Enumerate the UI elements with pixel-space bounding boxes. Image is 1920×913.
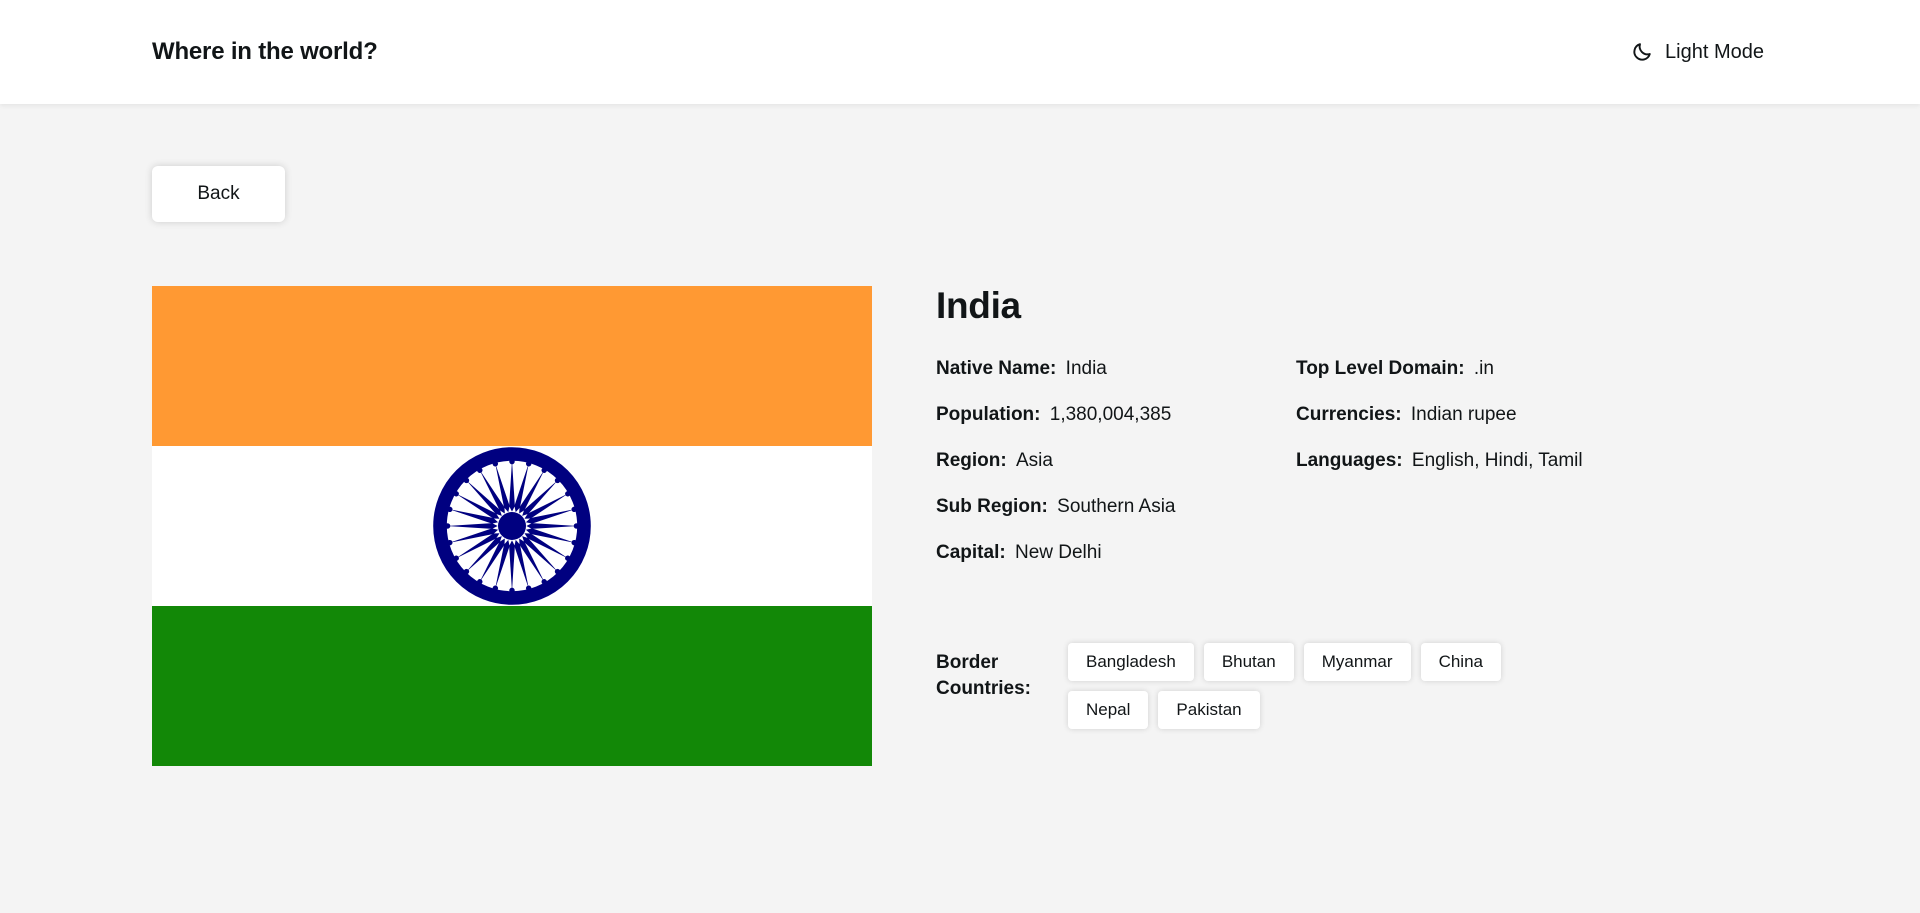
fact-label: Languages: (1296, 449, 1403, 471)
fact-top-level-domain: Top Level Domain: .in (1296, 356, 1596, 381)
fact-population: Population: 1,380,004,385 (936, 402, 1296, 427)
border-countries-section: Border Countries: Bangladesh Bhutan Myan… (936, 643, 1768, 730)
border-countries-label: Border Countries: (936, 652, 1031, 699)
fact-currencies: Currencies: Indian rupee (1296, 402, 1596, 427)
fact-label: Currencies: (1296, 403, 1402, 425)
fact-native-name: Native Name: India (936, 356, 1296, 381)
border-country-chip[interactable]: Nepal (1068, 691, 1149, 730)
country-flag (152, 286, 872, 766)
border-country-chip[interactable]: Bangladesh (1068, 643, 1194, 682)
country-detail-page: Back India Native Name: India Population… (0, 166, 1920, 913)
border-country-chip[interactable]: Pakistan (1158, 691, 1260, 730)
fact-label: Sub Region: (936, 495, 1048, 517)
theme-mode-label: Light Mode (1665, 40, 1764, 63)
flag-of-india-svg (152, 286, 872, 766)
moon-icon (1631, 41, 1653, 63)
fact-value: 1,380,004,385 (1049, 403, 1172, 425)
fact-label: Capital: (936, 542, 1006, 563)
country-detail-layout: India Native Name: India Population: 1,3… (152, 285, 1768, 766)
fact-label: Population: (936, 403, 1041, 425)
fact-label: Native Name: (936, 357, 1057, 379)
fact-sub-region: Sub Region: Southern Asia (936, 494, 1296, 519)
fact-value: India (1065, 357, 1107, 379)
fact-label: Top Level Domain: (1296, 357, 1465, 379)
fact-languages: Languages: English, Hindi, Tamil (1296, 448, 1596, 473)
page-title: Where in the world? (152, 38, 378, 65)
site-header: Where in the world? Light Mode (0, 0, 1920, 104)
border-country-chip[interactable]: China (1420, 643, 1501, 682)
fact-value: English, Hindi, Tamil (1411, 449, 1583, 471)
theme-mode-toggle[interactable]: Light Mode (1627, 35, 1768, 70)
fact-label: Region: (936, 449, 1007, 471)
fact-capital: Capital: New Delhi (936, 540, 1296, 565)
fact-value: Asia (1016, 449, 1053, 471)
back-button[interactable]: Back (152, 166, 285, 222)
fact-value: .in (1473, 357, 1494, 379)
country-name: India (936, 285, 1021, 326)
ashoka-chakra-icon (433, 447, 591, 605)
fact-value: Indian rupee (1410, 403, 1517, 425)
facts-column-primary: Native Name: India Population: 1,380,004… (936, 356, 1296, 565)
facts-column-secondary: Top Level Domain: .in Currencies: Indian… (1296, 356, 1596, 565)
border-country-chip[interactable]: Myanmar (1303, 643, 1411, 682)
border-country-chip[interactable]: Bhutan (1203, 643, 1294, 682)
border-countries-list: Bangladesh Bhutan Myanmar China Nepal Pa… (1068, 643, 1558, 730)
country-info: India Native Name: India Population: 1,3… (872, 285, 1768, 730)
fact-region: Region: Asia (936, 448, 1296, 473)
country-facts: Native Name: India Population: 1,380,004… (936, 356, 1768, 565)
fact-value: Southern Asia (1057, 495, 1176, 517)
fact-value: New Delhi (1014, 542, 1102, 563)
